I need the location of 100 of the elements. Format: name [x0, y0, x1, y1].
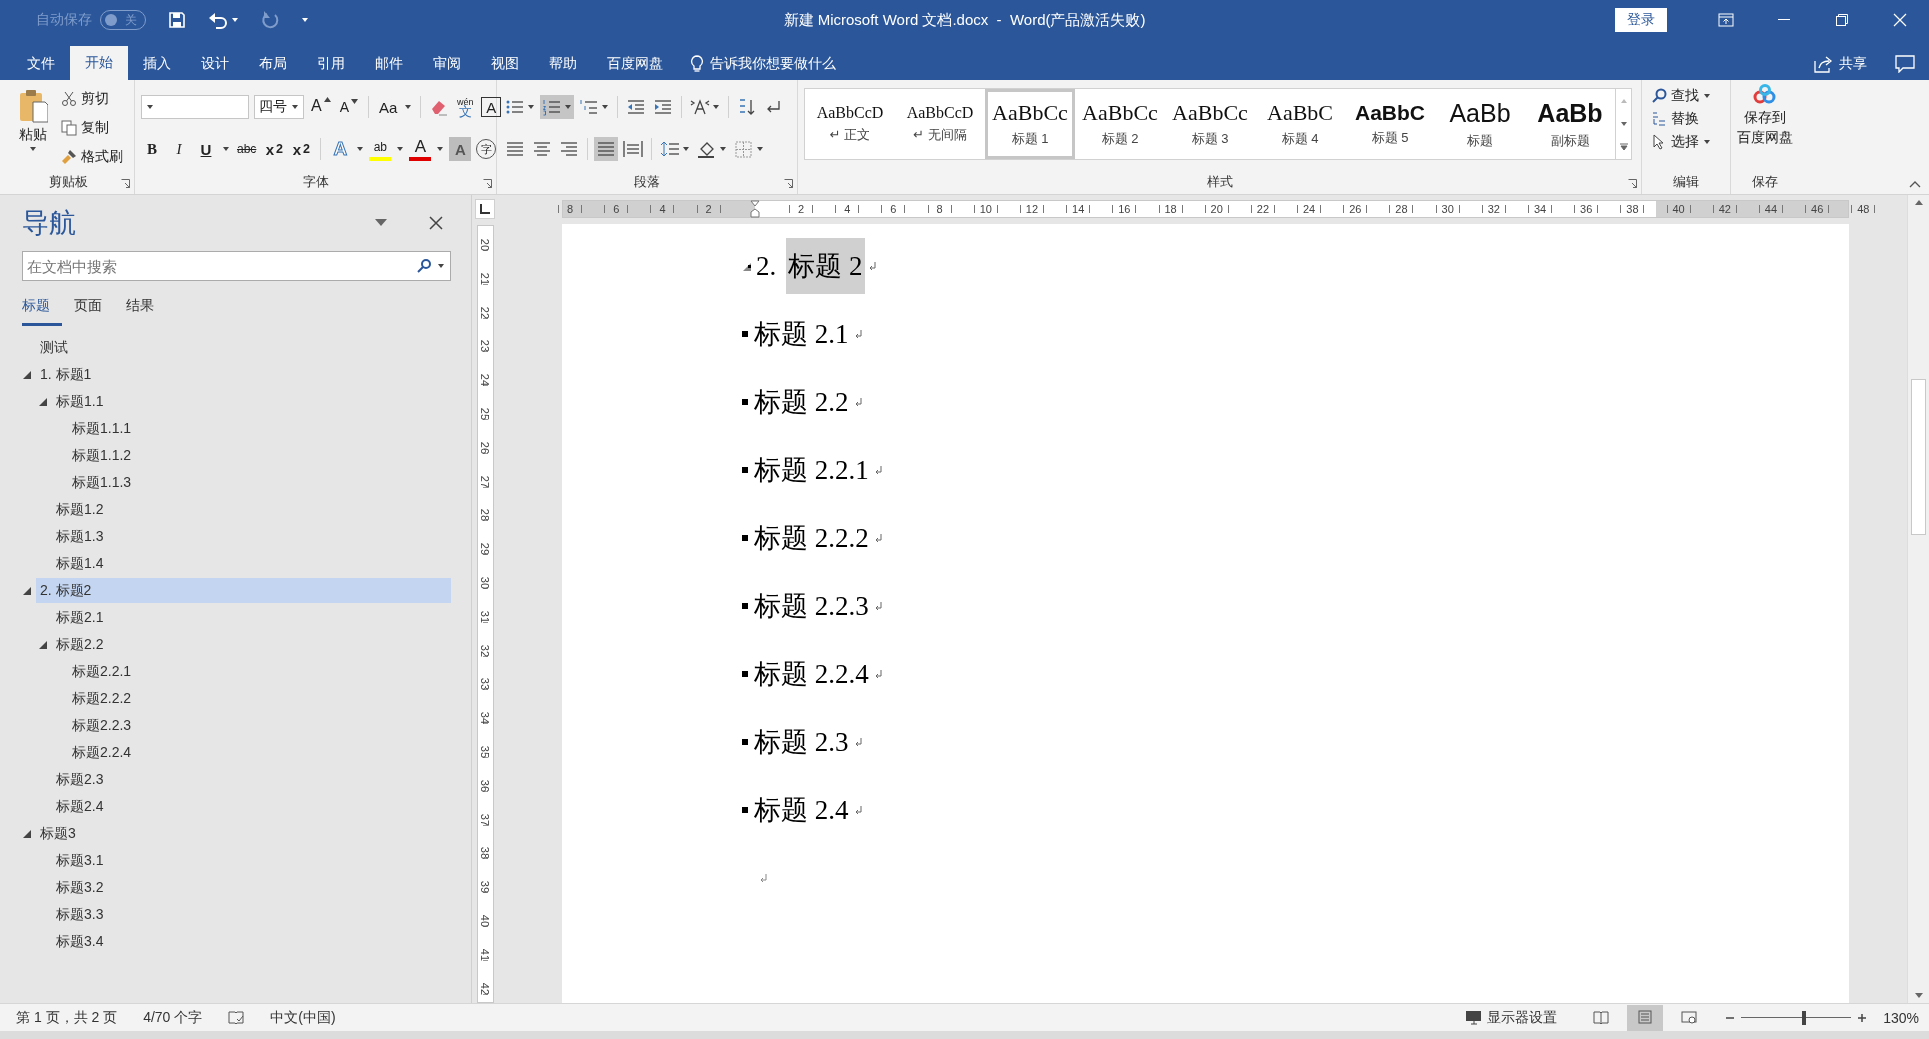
zoom-level[interactable]: 130% — [1883, 1009, 1919, 1026]
display-settings-button[interactable]: 显示器设置 — [1465, 1008, 1558, 1027]
caret-icon[interactable] — [564, 104, 572, 110]
search-field[interactable]: 在文档中搜索 — [22, 251, 451, 281]
highlight-button[interactable]: ab — [369, 137, 392, 161]
expanded-triangle-icon[interactable] — [22, 585, 32, 596]
heading-item[interactable]: 标题2.2.4 — [68, 740, 451, 765]
paste-button[interactable]: 粘贴 — [8, 84, 58, 170]
heading-item[interactable]: 标题3.1 — [52, 848, 451, 873]
heading-item[interactable]: 标题3.3 — [52, 902, 451, 927]
style-option[interactable]: AaBbCc 标题 1 — [985, 89, 1075, 159]
ribbon-tab[interactable]: 设计 — [186, 48, 244, 80]
cut-button[interactable]: 剪切 — [58, 89, 126, 110]
caret-icon[interactable] — [1703, 93, 1711, 99]
caret-icon[interactable] — [396, 146, 405, 152]
caret-icon[interactable] — [719, 146, 727, 152]
caret-icon[interactable] — [29, 146, 37, 152]
numbered-list-button[interactable] — [540, 95, 574, 119]
caret-icon[interactable] — [1703, 139, 1711, 145]
heading-item[interactable]: 标题1.1.3 — [68, 470, 451, 495]
pane-tab[interactable]: 标题 — [22, 297, 62, 326]
ribbon-tab[interactable]: 审阅 — [418, 48, 476, 80]
font-size-field[interactable]: 四号 — [254, 95, 304, 119]
heading-item[interactable]: 标题2.2 — [52, 632, 451, 657]
proofing-icon[interactable] — [228, 1010, 245, 1025]
find-button[interactable]: 查找 — [1648, 86, 1714, 106]
caret-icon[interactable] — [527, 104, 535, 110]
caret-icon[interactable] — [436, 146, 445, 152]
strikethrough-button[interactable]: abc — [235, 137, 259, 161]
style-option[interactable]: AaBbCc 标题 3 — [1165, 89, 1255, 159]
heading-item[interactable]: 标题3.4 — [52, 929, 451, 954]
heading-item[interactable]: 标题2.2.1 — [68, 659, 451, 684]
style-option[interactable]: AaBb 副标题 — [1525, 89, 1615, 159]
caret-icon[interactable] — [437, 263, 445, 269]
expanded-triangle-icon[interactable] — [38, 639, 48, 650]
style-option[interactable]: AaBb 标题 — [1435, 89, 1525, 159]
heading-item[interactable]: 标题1.3 — [52, 524, 451, 549]
restore-icon[interactable] — [1836, 14, 1848, 26]
heading-item[interactable]: 标题1.4 — [52, 551, 451, 576]
zoom-slider-thumb[interactable] — [1801, 1010, 1806, 1025]
format-painter-button[interactable]: 格式刷 — [58, 146, 126, 167]
style-option[interactable]: AaBbCcD ↵ 正文 — [805, 89, 895, 159]
shrink-font-button[interactable]: A — [337, 95, 360, 119]
heading-item[interactable]: 标题1.2 — [52, 497, 451, 522]
grow-font-button[interactable]: A — [309, 95, 333, 119]
ribbon-display-icon[interactable] — [1718, 13, 1734, 27]
share-button[interactable]: 共享 — [1813, 55, 1867, 73]
heading-item[interactable]: 标题2.2.3 — [68, 713, 451, 738]
scroll-thumb[interactable] — [1911, 379, 1926, 535]
heading-item[interactable]: 标题2.3 — [52, 767, 451, 792]
caret-icon[interactable] — [756, 146, 764, 152]
caret-icon[interactable] — [231, 17, 239, 23]
heading-item[interactable]: 标题1.1.2 — [68, 443, 451, 468]
caret-icon[interactable] — [222, 146, 230, 152]
justify-button[interactable] — [594, 137, 618, 161]
dialog-launcher-icon[interactable] — [1628, 179, 1637, 188]
heading-item[interactable]: 标题2.1 — [52, 605, 451, 630]
underline-button[interactable]: U — [195, 137, 217, 161]
heading-item[interactable]: 标题3.2 — [52, 875, 451, 900]
replace-button[interactable]: 替换 — [1648, 109, 1714, 129]
redo-icon[interactable] — [261, 11, 279, 29]
caret-icon[interactable] — [601, 104, 609, 110]
indent-marker-icon[interactable] — [749, 200, 760, 218]
save-icon[interactable] — [168, 11, 186, 29]
pane-options-icon[interactable] — [375, 219, 387, 227]
style-option[interactable]: AaBbC 标题 4 — [1255, 89, 1345, 159]
expanded-triangle-icon[interactable] — [22, 828, 32, 839]
copy-button[interactable]: 复制 — [58, 118, 126, 138]
dialog-launcher-icon[interactable] — [121, 179, 130, 188]
tell-me-search[interactable]: 告诉我你想要做什么 — [690, 48, 836, 80]
heading-item[interactable]: 标题3 — [36, 821, 451, 846]
close-icon[interactable] — [429, 216, 443, 230]
pane-tab[interactable]: 结果 — [126, 297, 166, 326]
search-icon[interactable] — [417, 259, 431, 273]
ribbon-tab[interactable]: 帮助 — [534, 48, 592, 80]
expanded-triangle-icon[interactable] — [22, 369, 32, 380]
heading-item[interactable]: 2. 标题2 — [36, 578, 451, 603]
caret-icon[interactable] — [404, 104, 413, 110]
collapse-ribbon-icon[interactable] — [1909, 180, 1921, 188]
character-shading-button[interactable]: A — [449, 137, 472, 161]
heading-item[interactable]: 标题2.4 — [52, 794, 451, 819]
caret-icon[interactable] — [146, 104, 154, 110]
eraser-icon[interactable] — [429, 98, 450, 116]
dialog-launcher-icon[interactable] — [483, 179, 492, 188]
select-button[interactable]: 选择 — [1648, 132, 1714, 152]
style-option[interactable]: AaBbC 标题 5 — [1345, 89, 1435, 159]
sign-in-button[interactable]: 登录 — [1615, 8, 1667, 32]
comment-icon[interactable] — [1895, 55, 1915, 73]
change-case-button[interactable]: Aa — [377, 95, 400, 119]
heading-item[interactable]: 标题1.1.1 — [68, 416, 451, 441]
heading-item[interactable]: 测试 — [36, 335, 451, 360]
expanded-triangle-icon[interactable] — [38, 396, 48, 407]
caret-icon[interactable] — [712, 104, 720, 110]
style-option[interactable]: AaBbCc 标题 2 — [1075, 89, 1165, 159]
caret-icon[interactable] — [301, 17, 309, 23]
heading-item[interactable]: 1. 标题1 — [36, 362, 451, 387]
scroll-down-icon[interactable] — [1619, 121, 1628, 127]
phonetic-guide-button[interactable]: wén 文 — [454, 95, 477, 119]
bold-button[interactable]: B — [141, 137, 163, 161]
ribbon-tab[interactable]: 引用 — [302, 48, 360, 80]
